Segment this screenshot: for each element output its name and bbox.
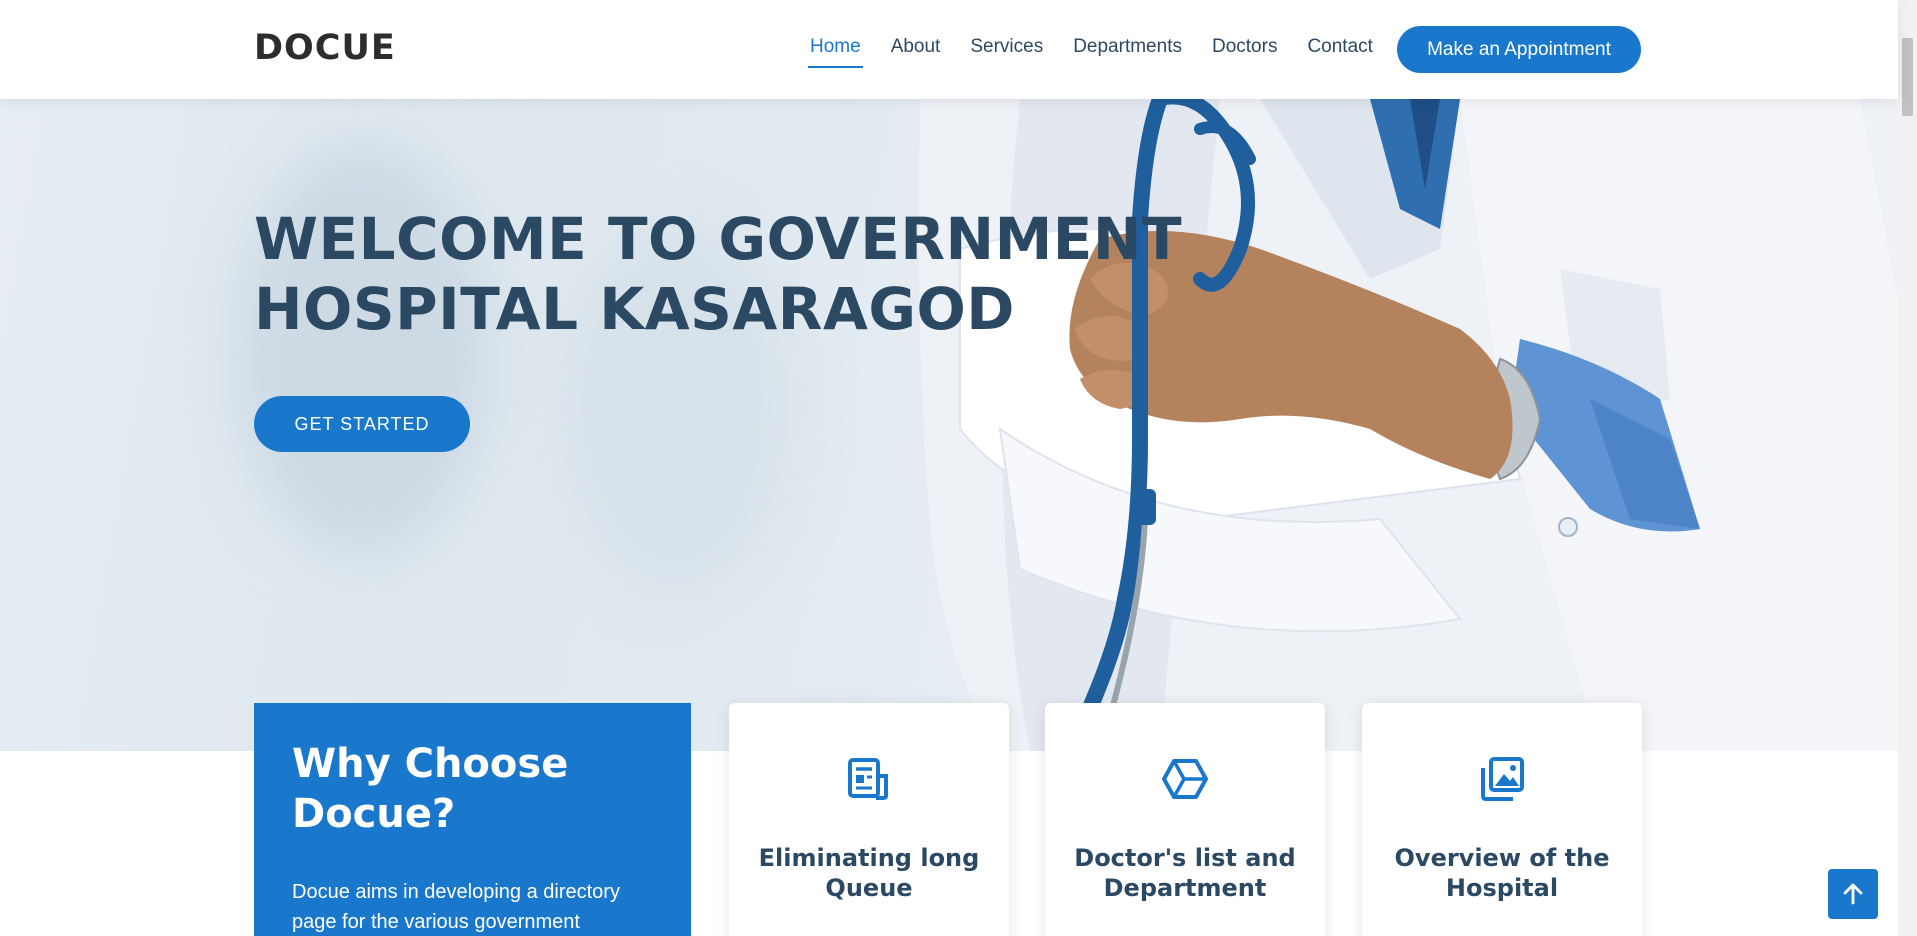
why-text: Docue aims in developing a directory pag…	[292, 877, 653, 936]
hero-bg-blur	[230, 139, 490, 559]
feature-card-queue[interactable]: Eliminating long Queue	[729, 703, 1009, 936]
why-choose-box: Why Choose Docue? Docue aims in developi…	[254, 703, 691, 936]
hero-title-line1: WELCOME TO GOVERNMENT	[254, 205, 1183, 273]
why-title-line2: Docue?	[292, 791, 456, 837]
main-nav: Home About Services Departments Doctors …	[808, 36, 1403, 68]
nav-services[interactable]: Services	[970, 36, 1043, 68]
images-icon	[1481, 757, 1524, 801]
feature-card-doctors[interactable]: Doctor's list and Department	[1045, 703, 1325, 936]
card-title: Doctor's list and Department	[1055, 843, 1315, 903]
page-scrollbar[interactable]	[1898, 0, 1917, 936]
card-title-line2: Queue	[825, 874, 913, 902]
nav-about[interactable]: About	[891, 36, 941, 68]
doctor-image	[918, 99, 1898, 751]
receipt-icon	[848, 758, 888, 800]
card-title-line1: Overview of the	[1394, 844, 1610, 872]
card-title-line1: Doctor's list and	[1074, 844, 1296, 872]
why-title: Why Choose Docue?	[292, 739, 653, 839]
nav-doctors[interactable]: Doctors	[1212, 36, 1277, 68]
card-title-line2: Department	[1103, 874, 1267, 902]
card-title-line2: Hospital	[1445, 874, 1559, 902]
logo[interactable]: DOCUE	[254, 28, 396, 68]
why-text-line2: page for the various government	[292, 911, 580, 933]
feature-card-overview[interactable]: Overview of the Hospital	[1362, 703, 1642, 936]
nav-home[interactable]: Home	[808, 36, 863, 68]
card-title: Overview of the Hospital	[1372, 843, 1632, 903]
hero-title-line2: HOSPITAL KASARAGOD	[254, 275, 1015, 343]
arrow-up-icon	[1843, 883, 1863, 905]
hero-section: WELCOME TO GOVERNMENT HOSPITAL KASARAGOD…	[0, 99, 1898, 751]
cube-icon	[1162, 759, 1208, 799]
nav-departments[interactable]: Departments	[1073, 36, 1182, 68]
why-text-line1: Docue aims in developing a directory	[292, 881, 620, 903]
get-started-button[interactable]: GET STARTED	[254, 396, 470, 452]
back-to-top-button[interactable]	[1828, 869, 1878, 919]
card-title: Eliminating long Queue	[739, 843, 999, 903]
make-appointment-button[interactable]: Make an Appointment	[1397, 26, 1641, 73]
hero-title: WELCOME TO GOVERNMENT HOSPITAL KASARAGOD	[254, 204, 1182, 344]
scrollbar-thumb[interactable]	[1902, 38, 1913, 116]
nav-contact[interactable]: Contact	[1307, 36, 1372, 68]
site-header: DOCUE Home About Services Departments Do…	[0, 0, 1898, 99]
card-title-line1: Eliminating long	[758, 844, 980, 872]
why-title-line1: Why Choose	[292, 741, 569, 787]
